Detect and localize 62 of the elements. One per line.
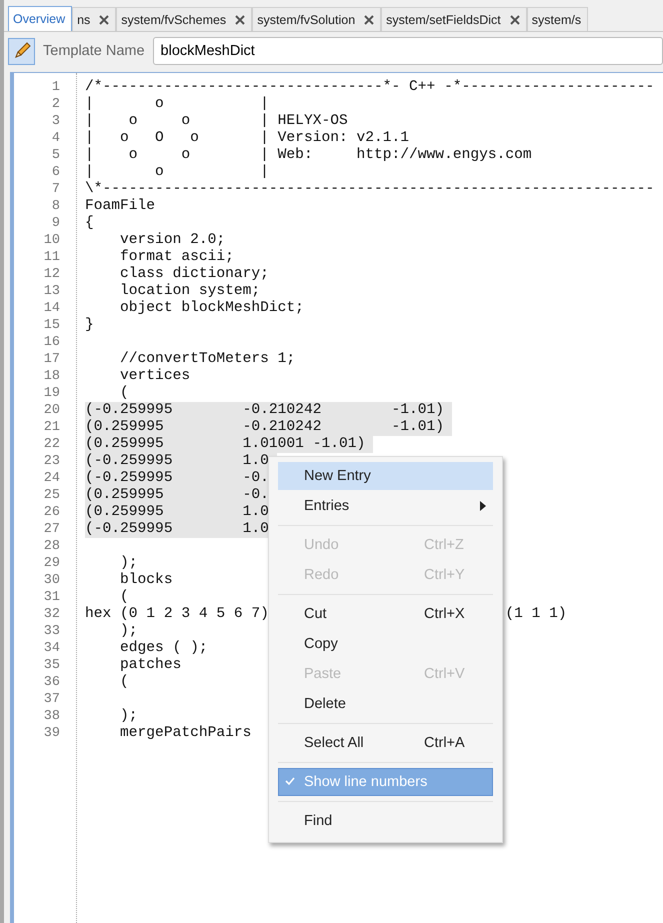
line-number: 27 xyxy=(42,521,61,538)
line-number: 15 xyxy=(42,317,61,334)
close-icon[interactable] xyxy=(99,14,110,24)
tab[interactable]: system/s xyxy=(526,7,588,31)
close-icon[interactable] xyxy=(364,14,374,24)
menu-item[interactable]: Copy xyxy=(278,630,493,658)
submenu-arrow-icon xyxy=(480,501,486,511)
line-number: 11 xyxy=(42,249,61,266)
line-number: 1 xyxy=(50,79,61,96)
edit-button[interactable] xyxy=(8,38,35,64)
line-number: 9 xyxy=(50,215,61,232)
menu-item[interactable]: Delete xyxy=(278,690,493,718)
line-number: 29 xyxy=(42,555,61,572)
line-number: 5 xyxy=(50,147,61,164)
menu-item[interactable]: Find xyxy=(278,807,493,835)
line-number: 2 xyxy=(50,96,61,113)
checkmark-icon xyxy=(285,776,295,786)
line-number: 14 xyxy=(42,300,61,317)
line-number: 30 xyxy=(42,572,61,589)
code-line: (1 1 1) xyxy=(505,606,567,623)
menu-item[interactable]: Entries xyxy=(278,492,493,520)
line-number: 4 xyxy=(50,130,61,147)
line-number: 17 xyxy=(42,351,61,368)
line-number: 36 xyxy=(42,674,61,691)
line-number: 25 xyxy=(42,487,61,504)
line-number: 18 xyxy=(42,368,61,385)
line-number: 13 xyxy=(42,283,61,300)
line-number: 24 xyxy=(42,470,61,487)
line-number: 37 xyxy=(42,691,61,708)
tab[interactable]: system/fvSchemes xyxy=(116,7,252,31)
line-number: 35 xyxy=(42,657,61,674)
line-number: 21 xyxy=(42,419,61,436)
line-number: 28 xyxy=(42,538,61,555)
line-number: 7 xyxy=(50,181,61,198)
tab[interactable]: ns xyxy=(72,7,116,31)
menu-item[interactable]: Select All Ctrl+A xyxy=(278,729,493,757)
close-icon[interactable] xyxy=(235,14,246,24)
line-number: 19 xyxy=(42,385,61,402)
line-number: 39 xyxy=(42,725,61,742)
line-number: 10 xyxy=(42,232,61,249)
line-number: 8 xyxy=(50,198,61,215)
line-number: 26 xyxy=(42,504,61,521)
template-name-label: Template Name xyxy=(43,43,145,59)
line-number: 12 xyxy=(42,266,61,283)
close-icon[interactable] xyxy=(510,14,520,24)
tab[interactable]: system/setFieldsDict xyxy=(381,7,527,31)
line-number: 33 xyxy=(42,623,61,640)
line-number: 20 xyxy=(42,402,61,419)
menu-item[interactable]: New Entry xyxy=(278,462,493,490)
line-number: 23 xyxy=(42,453,61,470)
line-number: 6 xyxy=(50,164,61,181)
tab[interactable]: system/fvSolution xyxy=(252,7,382,31)
line-number: 31 xyxy=(42,589,61,606)
line-number: 3 xyxy=(50,113,61,130)
line-number: 22 xyxy=(42,436,61,453)
line-number: 38 xyxy=(42,708,61,725)
line-number: 32 xyxy=(42,606,61,623)
tab[interactable]: Overview xyxy=(8,6,72,31)
line-number: 16 xyxy=(42,334,61,351)
line-number: 34 xyxy=(42,640,61,657)
template-name-field[interactable]: blockMeshDict xyxy=(152,37,663,65)
menu-item[interactable]: Cut Ctrl+X xyxy=(278,600,493,628)
